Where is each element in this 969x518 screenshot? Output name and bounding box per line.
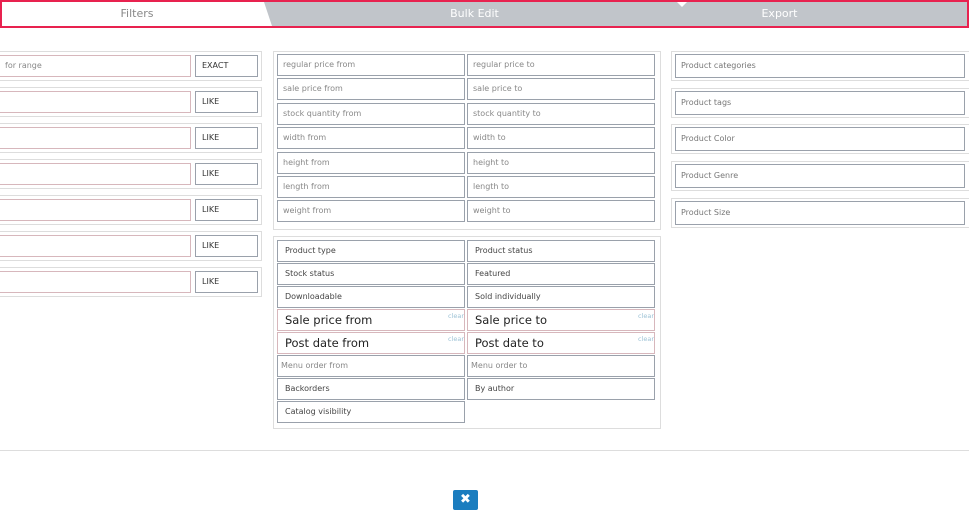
field-label: Sale price to xyxy=(475,313,548,327)
filter-row: LIKE xyxy=(0,87,262,117)
field-label: Backorders xyxy=(285,384,330,393)
divider xyxy=(0,450,969,451)
close-icon: ✖ xyxy=(460,492,471,507)
taxonomy-row: Product categories xyxy=(671,51,969,81)
filter-row: for range EXACT xyxy=(0,51,262,81)
field-label: Sale price from xyxy=(285,313,373,327)
range-from-input[interactable]: stock quantity from xyxy=(277,102,465,125)
range-from-input[interactable]: regular price from xyxy=(277,54,465,76)
range-from-input[interactable]: height from xyxy=(277,151,465,174)
field-label: Post date from xyxy=(285,336,370,350)
product-type-select[interactable]: Product type xyxy=(277,240,465,262)
match-mode-button[interactable]: LIKE xyxy=(195,271,258,293)
filter-text-input[interactable] xyxy=(0,127,191,149)
range-from-input[interactable]: width from xyxy=(277,127,465,150)
filter-row: LIKE xyxy=(0,195,262,225)
range-from-input[interactable]: length from xyxy=(277,176,465,198)
filter-text-input[interactable] xyxy=(0,271,191,293)
match-mode-button[interactable]: LIKE xyxy=(195,199,258,221)
match-mode-button[interactable]: EXACT xyxy=(195,55,258,77)
filter-row: LIKE xyxy=(0,231,262,261)
match-mode-button[interactable]: LIKE xyxy=(195,91,258,113)
range-from-input[interactable]: weight from xyxy=(277,200,465,223)
taxonomy-select[interactable]: Product Genre xyxy=(675,164,965,189)
by-author-select[interactable]: By author xyxy=(467,378,655,400)
range-to-input[interactable]: width to xyxy=(467,127,655,150)
range-to-input[interactable]: regular price to xyxy=(467,54,655,76)
menu-order-to-input[interactable]: Menu order to xyxy=(467,355,655,377)
product-status-select[interactable]: Product status xyxy=(467,240,655,262)
taxonomy-row: Product Size xyxy=(671,197,969,228)
field-label: By author xyxy=(475,384,515,393)
filter-row: LIKE xyxy=(0,123,262,153)
tab-export[interactable]: Export xyxy=(682,2,969,26)
match-mode-button[interactable]: LIKE xyxy=(195,163,258,185)
tab-bulk-edit[interactable]: Bulk Edit xyxy=(272,2,677,26)
filter-text-input[interactable] xyxy=(0,235,191,257)
post-date-from-select[interactable]: Post date from clear xyxy=(277,332,465,354)
sold-individually-select[interactable]: Sold individually xyxy=(467,286,655,308)
filter-row: LIKE xyxy=(0,159,262,189)
taxonomy-select[interactable]: Product tags xyxy=(675,90,965,115)
taxonomy-row: Product Color xyxy=(671,124,969,155)
range-from-input[interactable]: sale price from xyxy=(277,78,465,101)
tab-filters[interactable]: Filters xyxy=(2,2,272,26)
field-label: Downloadable xyxy=(285,292,342,301)
match-mode-button[interactable]: LIKE xyxy=(195,235,258,257)
stock-status-select[interactable]: Stock status xyxy=(277,263,465,285)
tab-bar: Filters Bulk Edit Export xyxy=(0,0,969,28)
match-mode-button[interactable]: LIKE xyxy=(195,127,258,149)
taxonomy-select[interactable]: Product Size xyxy=(675,200,965,225)
menu-order-from-input[interactable]: Menu order from xyxy=(277,355,465,377)
filter-text-input[interactable] xyxy=(0,163,191,185)
close-button[interactable]: ✖ xyxy=(453,490,478,510)
filter-text-input[interactable] xyxy=(0,91,191,113)
select-panel: Product type Product status Stock status Fe… xyxy=(273,236,661,429)
backorders-select[interactable]: Backorders xyxy=(277,378,465,400)
clear-link[interactable]: clear xyxy=(448,334,464,344)
downloadable-select[interactable]: Downloadable xyxy=(277,286,465,308)
field-label: Featured xyxy=(475,269,511,278)
field-label: Product type xyxy=(285,246,336,255)
field-label: Post date to xyxy=(475,336,544,350)
sale-price-to-select[interactable]: Sale price to clear xyxy=(467,309,655,331)
field-label: Product status xyxy=(475,246,533,255)
field-label: Stock status xyxy=(285,269,335,278)
filter-text-input[interactable]: for range xyxy=(0,55,191,77)
post-date-to-select[interactable]: Post date to clear xyxy=(467,332,655,354)
taxonomy-select[interactable]: Product Color xyxy=(675,127,965,152)
filter-row: LIKE xyxy=(0,267,262,297)
range-to-input[interactable]: weight to xyxy=(467,200,655,223)
range-to-input[interactable]: height to xyxy=(467,151,655,174)
taxonomy-row: Product tags xyxy=(671,87,969,118)
field-label: Sold individually xyxy=(475,292,541,301)
tab-export-label: Export xyxy=(761,7,798,20)
taxonomy-row: Product Genre xyxy=(671,161,969,192)
field-label: Catalog visibility xyxy=(285,407,352,416)
range-to-input[interactable]: stock quantity to xyxy=(467,102,655,125)
clear-link[interactable]: clear xyxy=(638,311,654,321)
catalog-visibility-select[interactable]: Catalog visibility xyxy=(277,401,465,423)
taxonomy-select[interactable]: Product categories xyxy=(675,54,965,78)
field-label: Menu order to xyxy=(471,361,528,370)
clear-link[interactable]: clear xyxy=(638,334,654,344)
filter-text-input[interactable] xyxy=(0,199,191,221)
range-to-input[interactable]: sale price to xyxy=(467,78,655,101)
clear-link[interactable]: clear xyxy=(448,311,464,321)
range-to-input[interactable]: length to xyxy=(467,176,655,198)
range-panel: regular price from regular price to sale p… xyxy=(273,51,661,230)
sale-price-from-select[interactable]: Sale price from clear xyxy=(277,309,465,331)
field-label: Menu order from xyxy=(281,361,348,370)
featured-select[interactable]: Featured xyxy=(467,263,655,285)
